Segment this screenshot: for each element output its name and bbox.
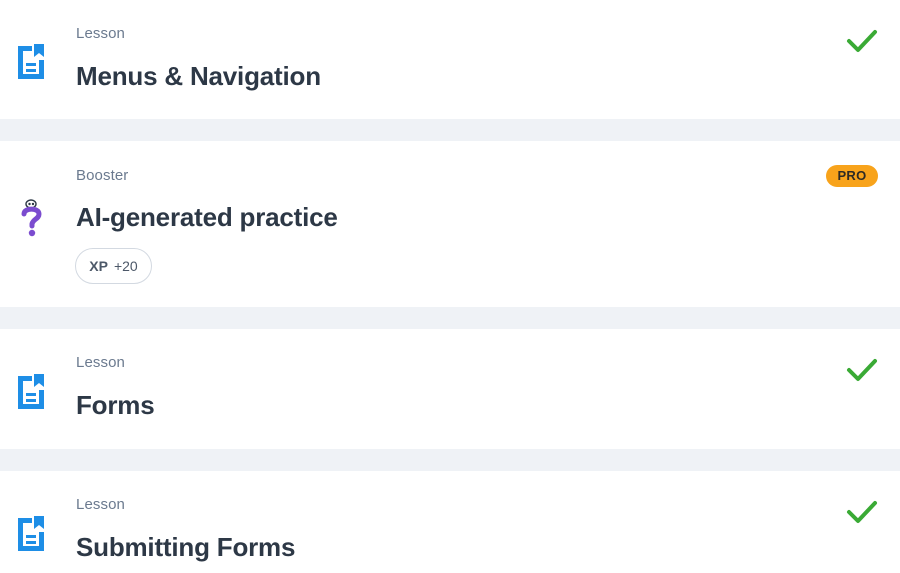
item-title: AI-generated practice [76,202,338,232]
question-mark-icon [21,199,42,237]
item-title: Submitting Forms [76,532,296,562]
lesson-card-forms[interactable]: Lesson Forms [0,329,900,449]
check-icon [847,30,877,52]
lesson-doc-icon [18,374,44,409]
xp-reward-chip: XP +20 [75,248,152,284]
item-title: Menus & Navigation [76,61,321,91]
xp-value: +20 [113,258,138,274]
lesson-card-submitting-forms[interactable]: Lesson Submitting Forms [0,471,900,573]
lesson-card-menus-navigation[interactable]: Lesson Menus & Navigation [0,0,900,119]
pro-badge: PRO [826,165,878,187]
check-icon [847,359,877,381]
check-icon [847,501,877,523]
item-type-label: Lesson [76,25,125,42]
lesson-doc-icon [18,516,44,551]
xp-label: XP [89,258,108,274]
item-type-label: Lesson [76,496,125,513]
item-type-label: Lesson [76,354,125,371]
item-type-label: Booster [76,167,129,184]
booster-card-ai-practice[interactable]: Booster AI-generated practice PRO XP +20 [0,141,900,307]
item-title: Forms [76,390,155,420]
lesson-doc-icon [18,44,44,79]
